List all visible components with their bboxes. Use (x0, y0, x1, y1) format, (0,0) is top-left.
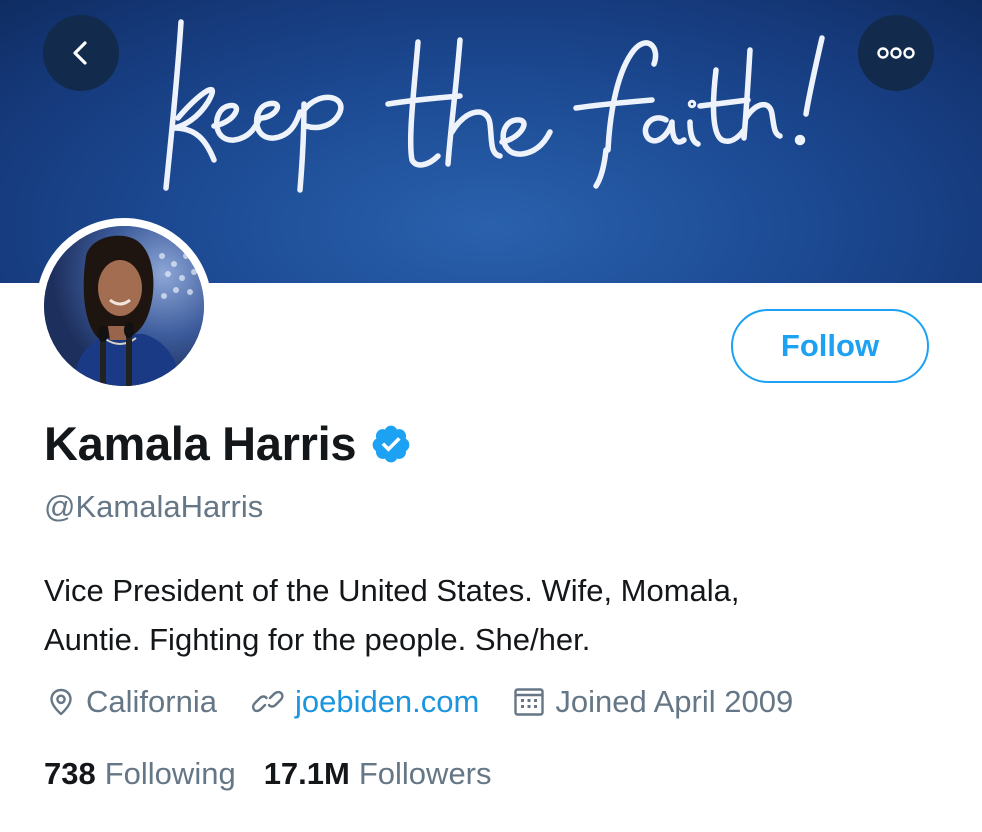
link-icon (251, 690, 284, 713)
more-options-button[interactable] (858, 15, 934, 91)
verified-badge-icon (372, 425, 410, 462)
profile-stats: 738 Following 17.1M Followers (44, 756, 492, 792)
location-item: California (46, 684, 217, 720)
joined-text: Joined April 2009 (555, 684, 794, 719)
website-link[interactable]: joebiden.com (295, 684, 479, 720)
followers-count: 17.1M (263, 756, 350, 791)
following-label: Following (104, 756, 236, 791)
profile-handle: @KamalaHarris (44, 489, 264, 524)
profile-name-row: Kamala Harris (44, 416, 412, 471)
following-stat[interactable]: 738 Following (44, 756, 236, 792)
bio-line: Vice President of the United States. Wif… (44, 573, 740, 608)
follow-button[interactable]: Follow (731, 309, 929, 383)
location-pin-icon (50, 688, 72, 716)
profile-bio: Vice President of the United States. Wif… (44, 566, 944, 664)
profile-name: Kamala Harris (44, 417, 357, 470)
followers-label: Followers (358, 756, 492, 791)
profile-meta: California joebiden.com Joined April 200… (46, 684, 793, 720)
calendar-icon (514, 688, 545, 716)
avatar[interactable] (44, 226, 204, 386)
ellipsis-icon (877, 47, 915, 59)
profile-photo (44, 226, 204, 386)
followers-stat[interactable]: 17.1M Followers (264, 756, 492, 792)
following-count: 738 (44, 756, 96, 791)
website-item[interactable]: joebiden.com (251, 684, 479, 720)
back-button[interactable] (43, 15, 119, 91)
bio-line: Auntie. Fighting for the people. She/her… (44, 622, 591, 657)
joined-item: Joined April 2009 (513, 684, 793, 720)
location-text: California (86, 684, 217, 719)
chevron-left-icon (73, 41, 87, 65)
